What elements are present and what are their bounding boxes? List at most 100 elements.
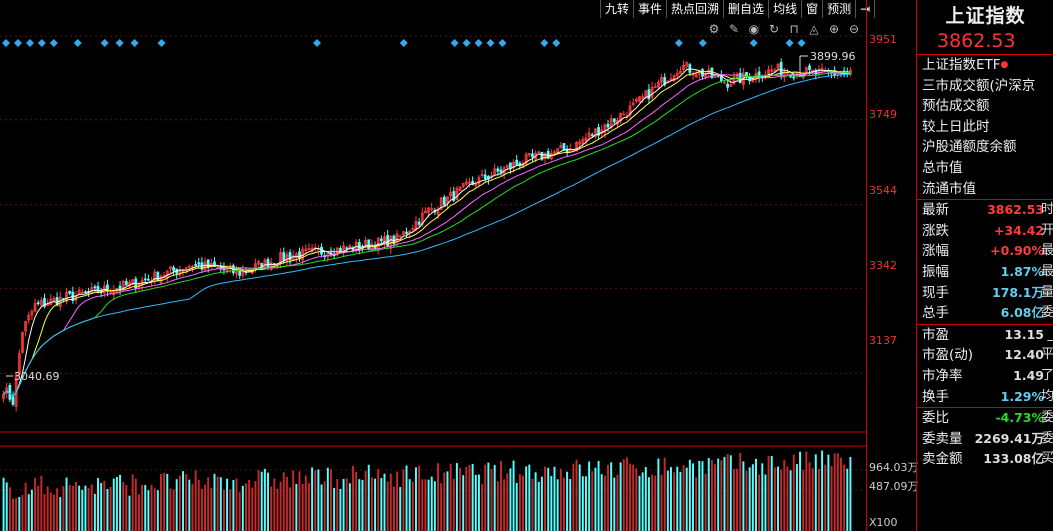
volume-bar <box>764 474 767 531</box>
volume-bar <box>427 479 430 531</box>
volume-bar <box>348 483 351 531</box>
orders-value: 133.08亿 <box>983 451 1044 467</box>
volume-bar <box>490 468 493 531</box>
volume-bar <box>141 484 144 531</box>
panel-text-row: 三市成交额(沪深京 <box>922 77 1036 94</box>
volume-bar <box>210 487 213 531</box>
zoom-in-icon[interactable]: ⊕ <box>826 22 842 36</box>
stats-value: +34.42 <box>993 222 1044 238</box>
zoom-out-icon[interactable]: ⊖ <box>846 22 862 36</box>
candle-body <box>96 285 100 294</box>
volume-bar <box>355 471 358 531</box>
volume-bar <box>194 470 197 531</box>
orders-value: 2269.41万 <box>974 430 1044 446</box>
stats-value: 6.08亿 <box>1000 305 1044 321</box>
kline-chart[interactable]: 九转 事件 热点回溯 删自选 均线 窗 预测 ⇥ ⚙ ✎ ◉ ↻ ⊓ ◬ ⊕ ⊖… <box>0 0 876 531</box>
event-marker-icon <box>797 39 806 47</box>
volume-bar <box>112 478 115 531</box>
volume-bar <box>635 468 638 531</box>
chart-canvas[interactable] <box>0 0 866 531</box>
hot-review-button[interactable]: 热点回溯 <box>667 0 725 18</box>
volume-bar <box>119 474 122 531</box>
volume-bar <box>723 456 726 531</box>
forecast-button[interactable]: 预测 <box>823 0 857 18</box>
volume-bar <box>97 478 99 531</box>
volume-bar <box>613 477 616 531</box>
volume-bar <box>326 467 329 531</box>
volume-bar <box>569 478 572 531</box>
volume-bar <box>840 457 842 531</box>
volume-bar <box>670 467 672 531</box>
ma5-line <box>3 68 851 398</box>
stats-label: 振幅 <box>922 263 949 280</box>
candle-body <box>11 396 15 405</box>
marker-icon[interactable]: ◬ <box>806 22 822 36</box>
event-marker-icon <box>313 39 322 47</box>
candle-body <box>379 238 383 242</box>
volume-bar <box>166 473 169 531</box>
volume-bar <box>452 478 455 531</box>
volume-bar <box>443 472 446 531</box>
price-tick: 3544 <box>869 184 897 197</box>
volume-bar <box>408 479 411 531</box>
volume-bar <box>311 467 314 531</box>
volume-bar <box>607 464 609 531</box>
etf-link[interactable]: 上证指数ETF● <box>917 55 1053 76</box>
volume-bar <box>654 475 657 531</box>
draw-line-icon[interactable]: ✎ <box>726 22 742 36</box>
volume-bar <box>273 478 276 531</box>
volume-bar <box>30 489 33 531</box>
volume-bar <box>125 484 128 531</box>
volume-bar <box>150 484 153 531</box>
candle-body <box>417 221 421 225</box>
volume-bar <box>544 466 547 531</box>
remove-watchlist-button[interactable]: 删自选 <box>724 0 770 18</box>
settings-icon[interactable]: ⚙ <box>706 22 722 36</box>
events-button[interactable]: 事件 <box>634 0 668 18</box>
volume-bar <box>591 471 594 531</box>
jiuzhuan-button[interactable]: 九转 <box>600 0 635 18</box>
volume-bar <box>748 467 751 531</box>
volume-bar <box>814 454 817 531</box>
volume-bar <box>238 491 241 531</box>
volume-bar <box>358 479 361 531</box>
orders-label: 卖金额 <box>922 451 963 468</box>
volume-bar <box>446 471 449 531</box>
stats-tail: 最 <box>1040 243 1053 259</box>
stats-value: 178.1万 <box>991 284 1044 300</box>
valuation-label: 市盈 <box>922 326 949 343</box>
volume-bar <box>745 470 748 531</box>
event-marker-icon <box>100 39 109 47</box>
volume-bar <box>87 488 90 531</box>
volume-bar <box>578 464 581 531</box>
volume-bar <box>496 481 499 531</box>
eye-icon[interactable]: ◉ <box>746 22 762 36</box>
volume-bar <box>100 483 103 531</box>
volume-bar <box>248 479 251 531</box>
volume-bar <box>695 477 698 531</box>
volume-bar <box>540 476 543 531</box>
lock-icon[interactable]: ⊓ <box>786 22 802 36</box>
chart-toolbar: 九转 事件 热点回溯 删自选 均线 窗 预测 ⇥ <box>600 0 876 18</box>
candle-body <box>562 143 566 151</box>
stats-value: 1.87% <box>1000 263 1044 279</box>
volume-bar <box>512 460 515 531</box>
volume-bar <box>172 489 175 531</box>
volume-bar <box>704 473 707 531</box>
stats-tail: 开 <box>1040 222 1053 238</box>
volume-bar <box>336 479 339 531</box>
candle-body <box>124 280 128 286</box>
candle-body <box>509 162 512 169</box>
window-button[interactable]: 窗 <box>802 0 824 18</box>
volume-bar <box>430 476 433 531</box>
event-marker-icon <box>674 39 683 47</box>
volume-bar <box>15 497 18 531</box>
moving-average-button[interactable]: 均线 <box>769 0 803 18</box>
volume-bar <box>103 480 106 531</box>
volume-bar <box>169 488 172 531</box>
event-marker-icon <box>25 39 34 47</box>
volume-bar <box>660 474 663 531</box>
rotate-icon[interactable]: ↻ <box>766 22 782 36</box>
price-axis: 3951 3749 3544 3342 3137 964.03万 487.09万… <box>866 0 919 531</box>
volume-bar <box>18 496 21 531</box>
